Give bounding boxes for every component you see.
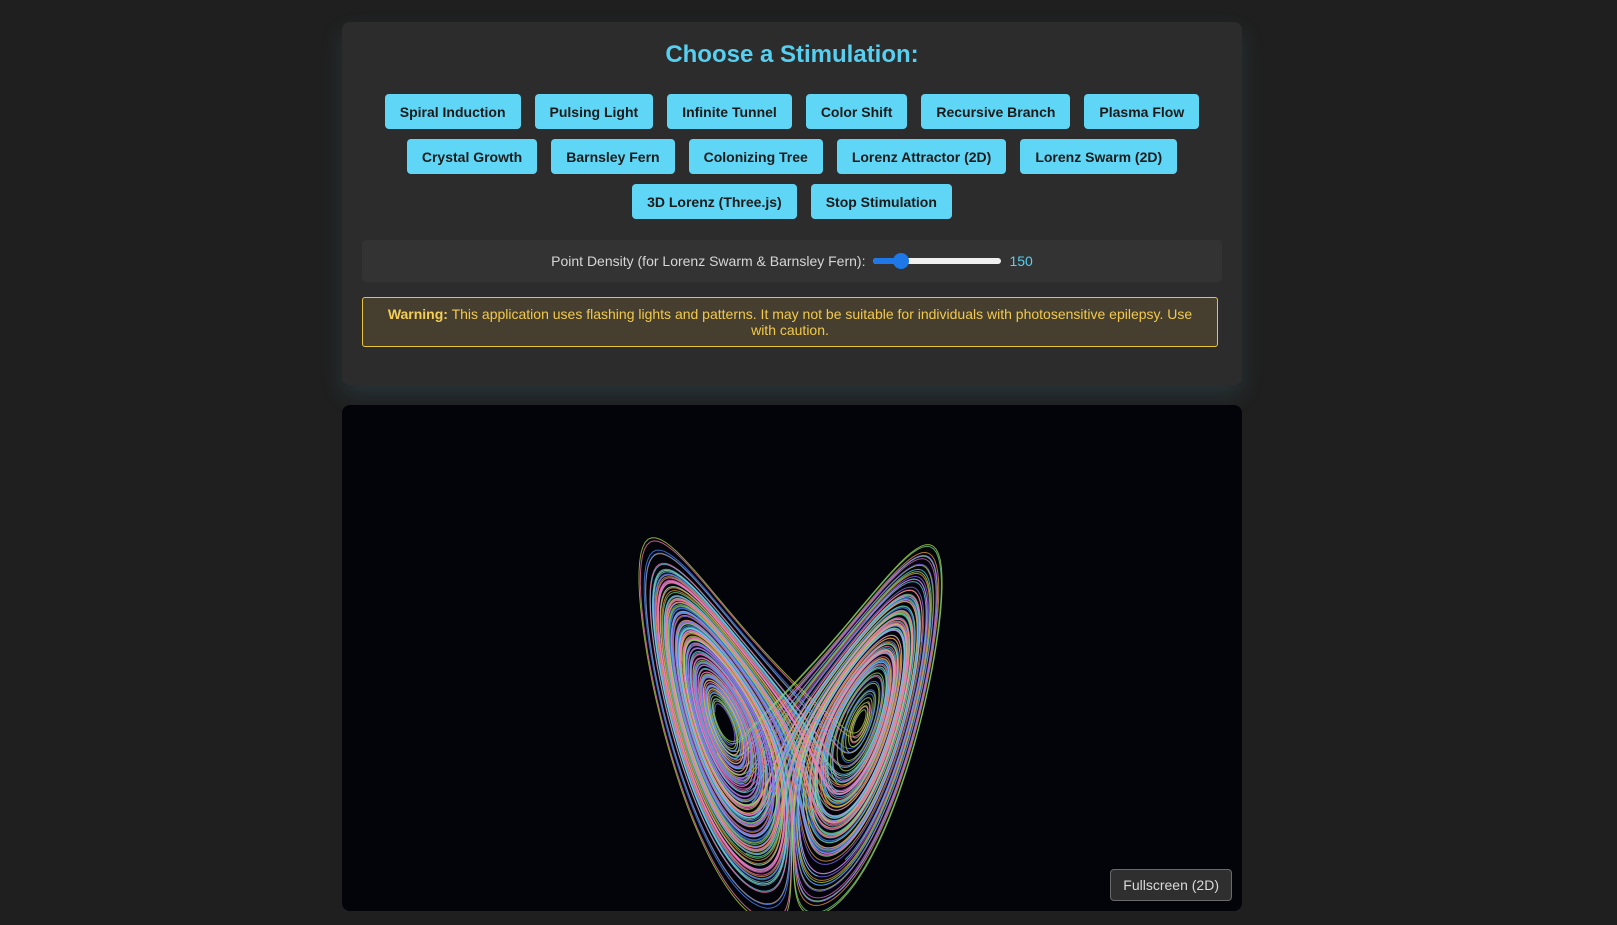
- lorenz-3d-button[interactable]: 3D Lorenz (Three.js): [632, 184, 797, 219]
- warning-label: Warning:: [387, 306, 448, 322]
- infinite-tunnel-button[interactable]: Infinite Tunnel: [667, 94, 792, 129]
- button-row-2: Crystal Growth Barnsley Fern Colonizing …: [342, 139, 1242, 174]
- point-density-label: Point Density (for Lorenz Swarm & Barnsl…: [551, 253, 866, 269]
- pulsing-light-button[interactable]: Pulsing Light: [534, 94, 654, 129]
- control-panel: Choose a Stimulation: Spiral Induction P…: [342, 22, 1242, 385]
- barnsley-fern-button[interactable]: Barnsley Fern: [551, 139, 675, 174]
- point-density-value: 150: [1009, 253, 1033, 269]
- button-row-1: Spiral Induction Pulsing Light Infinite …: [342, 94, 1242, 129]
- color-shift-button[interactable]: Color Shift: [805, 94, 908, 129]
- page-title: Choose a Stimulation:: [665, 41, 919, 68]
- fullscreen-2d-button[interactable]: Fullscreen (2D): [1110, 869, 1232, 901]
- plasma-flow-button[interactable]: Plasma Flow: [1084, 94, 1200, 129]
- visualization-canvas[interactable]: Fullscreen (2D): [342, 405, 1242, 911]
- stop-stimulation-button[interactable]: Stop Stimulation: [810, 184, 952, 219]
- point-density-control: Point Density (for Lorenz Swarm & Barnsl…: [362, 240, 1222, 282]
- colonizing-tree-button[interactable]: Colonizing Tree: [688, 139, 823, 174]
- button-row-3: 3D Lorenz (Three.js) Stop Stimulation: [342, 184, 1242, 219]
- warning-message: Warning: This application uses flashing …: [377, 306, 1203, 338]
- lorenz-attractor-drawing: [638, 537, 943, 911]
- lorenz-swarm-2d-button[interactable]: Lorenz Swarm (2D): [1020, 139, 1178, 174]
- crystal-growth-button[interactable]: Crystal Growth: [406, 139, 538, 174]
- point-density-slider[interactable]: [873, 253, 1002, 269]
- epilepsy-warning: Warning: This application uses flashing …: [362, 297, 1218, 347]
- lorenz-attractor-2d-button[interactable]: Lorenz Attractor (2D): [836, 139, 1007, 174]
- slider-thumb[interactable]: [892, 253, 909, 269]
- spiral-induction-button[interactable]: Spiral Induction: [384, 94, 521, 129]
- recursive-branch-button[interactable]: Recursive Branch: [921, 94, 1071, 129]
- warning-text: This application uses flashing lights an…: [451, 306, 1193, 338]
